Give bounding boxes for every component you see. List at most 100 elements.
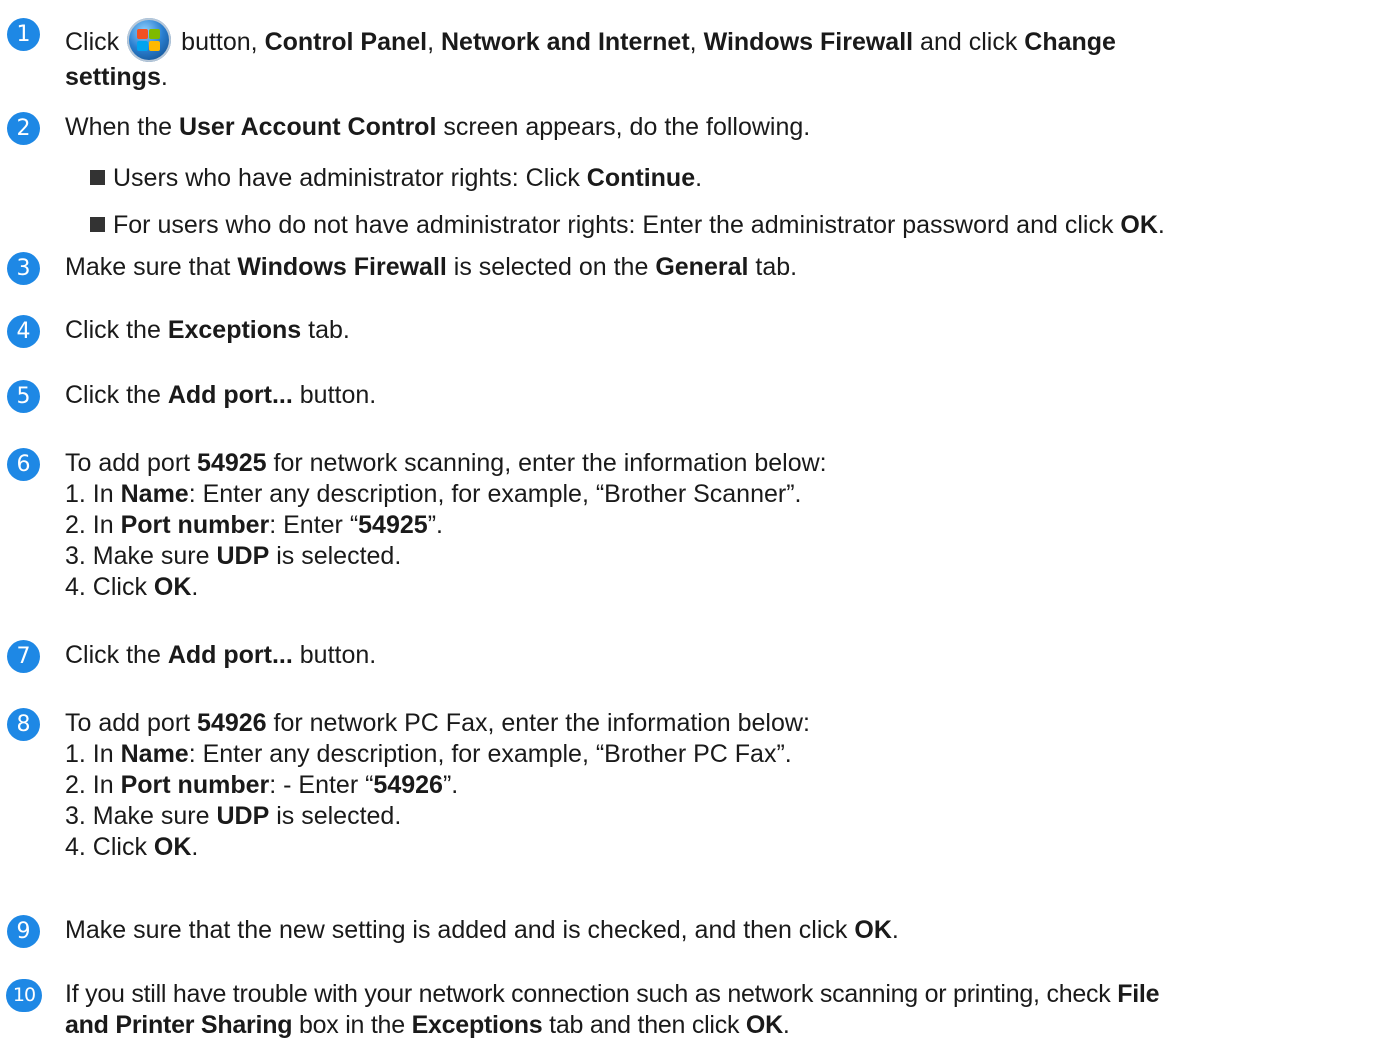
instruction-text: 3. Make sure — [65, 802, 210, 830]
bold-ui-term: 54925 — [197, 449, 267, 477]
bold-ui-term: UDP — [216, 542, 270, 570]
bold-ui-term: Add port... — [167, 381, 293, 409]
instruction-text: ”. — [442, 771, 459, 799]
instruction-text: Click — [65, 28, 120, 56]
step-number-badge: 9 — [7, 915, 40, 948]
instruction-text: To add port — [65, 449, 191, 477]
bold-ui-term: 54925 — [358, 511, 428, 539]
bold-ui-term: Control Panel — [264, 28, 428, 56]
bold-ui-term: Windows Firewall — [237, 253, 447, 281]
bold-ui-term: 54926 — [373, 771, 443, 799]
instruction-text: Click the — [65, 641, 161, 669]
bold-ui-term: Name — [120, 740, 189, 768]
square-bullet-icon — [90, 217, 105, 232]
instruction-text: To add port — [65, 709, 191, 737]
bold-ui-term: OK — [153, 573, 192, 601]
bold-ui-term: Name — [120, 480, 189, 508]
bold-ui-term: Add port... — [167, 641, 293, 669]
instruction-text: . — [695, 164, 703, 192]
instruction-text: 1. In — [65, 480, 114, 508]
instruction-text: ”. — [427, 511, 443, 539]
bold-ui-term: Exceptions — [411, 1011, 543, 1039]
instruction-text: , — [427, 28, 435, 56]
bold-ui-term: OK — [1120, 211, 1158, 239]
bold-ui-term: Windows Firewall — [703, 28, 914, 56]
instruction-text: . — [782, 1011, 790, 1039]
instruction-text: is selected. — [276, 802, 402, 830]
instruction-text: : Enter “ — [269, 511, 359, 539]
instruction-text: : Enter any description, for example, “B… — [188, 740, 792, 768]
step-text: Click the Add port... button. — [65, 640, 1377, 671]
bold-ui-term: User Account Control — [178, 113, 437, 141]
square-bullet-icon — [90, 170, 105, 185]
instruction-text: Make sure that the new setting is added … — [65, 916, 848, 944]
step-number-badge: 6 — [7, 448, 40, 481]
instruction-text: Click the — [65, 381, 161, 409]
instruction-text: button. — [299, 381, 377, 409]
instruction-text: . — [891, 916, 899, 944]
instruction-text: : - Enter “ — [269, 771, 374, 799]
bold-ui-term: settings — [65, 63, 161, 91]
bold-ui-term: OK — [153, 833, 192, 861]
instruction-text: 2. In — [65, 771, 114, 799]
bold-ui-term: OK — [854, 916, 892, 944]
bold-ui-term: Port number — [120, 511, 270, 539]
instruction-text: button, — [181, 28, 258, 56]
instruction-text: , — [689, 28, 697, 56]
bullet-item: For users who do not have administrator … — [90, 210, 1165, 241]
step-number-badge: 3 — [7, 252, 40, 285]
bold-ui-term: File — [1117, 980, 1160, 1008]
step-text: To add port 54926 for network PC Fax, en… — [65, 708, 1377, 863]
instruction-text: : Enter any description, for example, “B… — [188, 480, 802, 508]
instruction-text: tab and then click — [549, 1011, 740, 1039]
instruction-text: When the — [65, 113, 173, 141]
instruction-text: . — [191, 573, 199, 601]
step-text: Make sure that the new setting is added … — [65, 915, 1377, 946]
instruction-text: tab. — [755, 253, 798, 281]
bold-ui-term: Port number — [120, 771, 270, 799]
windows-start-orb-icon — [127, 18, 172, 62]
instruction-text: For users who do not have administrator … — [113, 211, 1114, 239]
step-number-badge: 2 — [7, 112, 40, 145]
instruction-text: and click — [920, 28, 1018, 56]
instruction-text: for network PC Fax, enter the informatio… — [273, 709, 810, 737]
bold-ui-term: 54926 — [197, 709, 267, 737]
instruction-text: for network scanning, enter the informat… — [273, 449, 827, 477]
instruction-text: . — [1157, 211, 1165, 239]
instruction-text: screen appears, do the following. — [443, 113, 811, 141]
step-text: If you still have trouble with your netw… — [65, 979, 1379, 1041]
bold-ui-term: General — [655, 253, 749, 281]
instruction-text: Users who have administrator rights: Cli… — [113, 164, 580, 192]
step-number-badge: 7 — [7, 640, 40, 673]
instruction-text: 4. Click — [65, 573, 147, 601]
instruction-text: is selected on the — [453, 253, 649, 281]
bold-ui-term: UDP — [216, 802, 270, 830]
instruction-text: button. — [299, 641, 377, 669]
bold-ui-term: and Printer Sharing — [65, 1011, 293, 1039]
bold-ui-term: Continue — [586, 164, 696, 192]
bullet-item: Users who have administrator rights: Cli… — [90, 163, 702, 194]
instruction-text: Make sure that — [65, 253, 231, 281]
step-number-badge: 8 — [7, 708, 40, 741]
instruction-text: 3. Make sure — [65, 542, 210, 570]
step-text: When the User Account Control screen app… — [65, 112, 1377, 143]
instruction-text: Click the — [65, 316, 161, 344]
instruction-text: box in the — [298, 1011, 405, 1039]
bold-ui-term: Exceptions — [167, 316, 302, 344]
step-number-badge: 10 — [6, 979, 42, 1012]
instruction-text: 1. In — [65, 740, 114, 768]
step-text: To add port 54925 for network scanning, … — [65, 448, 1377, 603]
bold-ui-term: OK — [745, 1011, 783, 1039]
instruction-text: If you still have trouble with your netw… — [65, 980, 1111, 1008]
step-number-badge: 4 — [7, 315, 40, 348]
instruction-page: 1 Click button, Control Panel, Network an… — [0, 0, 1380, 1043]
bold-ui-term: Network and Internet — [441, 28, 690, 56]
instruction-text: tab. — [308, 316, 350, 344]
step-number-badge: 1 — [7, 18, 40, 51]
step-text: Click button, Control Panel, Network and … — [65, 18, 1377, 93]
step-number-badge: 5 — [7, 380, 40, 413]
bold-ui-term: Change — [1024, 28, 1116, 56]
step-text: Click the Exceptions tab. — [65, 315, 1377, 346]
instruction-text: . — [160, 63, 168, 91]
instruction-text: is selected. — [276, 542, 402, 570]
